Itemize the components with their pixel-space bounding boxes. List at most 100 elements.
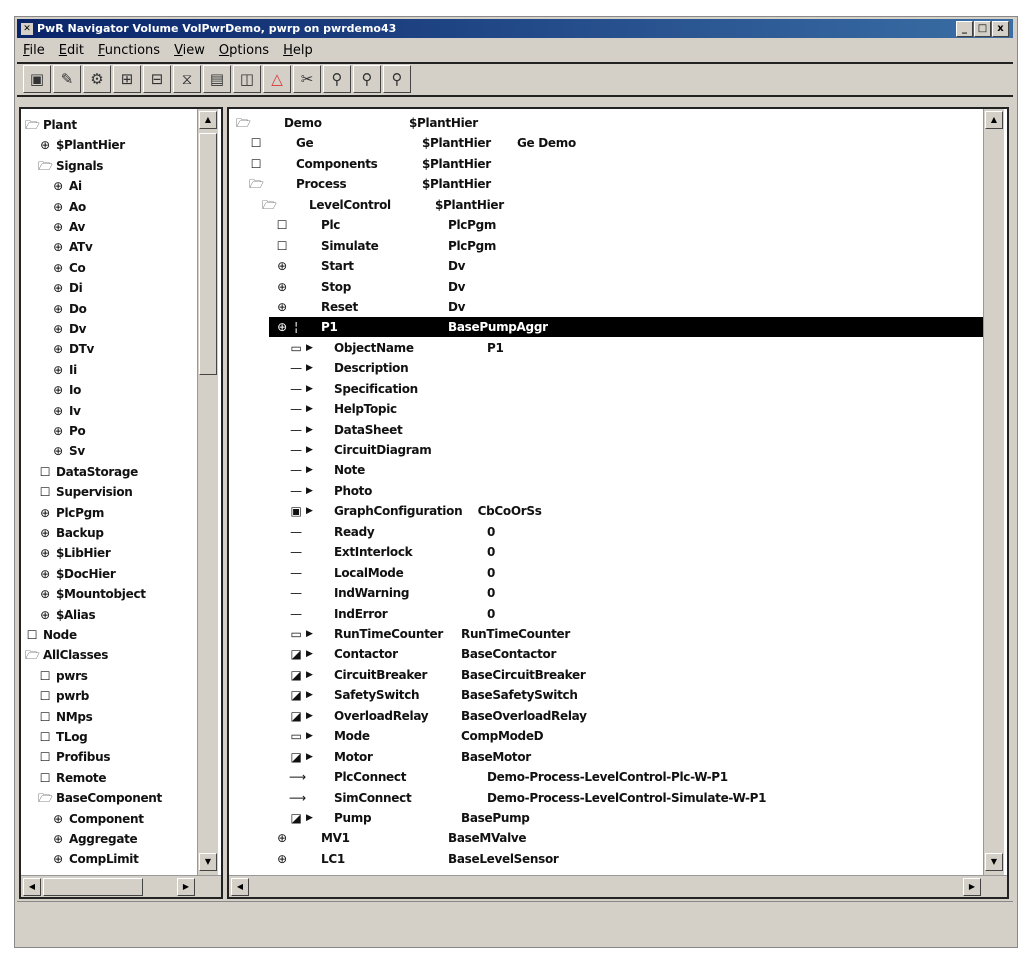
tree-row[interactable]: ☐ Simulate PlcPgm	[229, 236, 983, 256]
zoom-out-icon[interactable]: ⚲	[353, 65, 381, 93]
tree-row[interactable]: — ▶ Specification	[229, 379, 983, 399]
menu-view[interactable]: View	[174, 41, 205, 61]
left-tree-item[interactable]: ⊕ Co	[21, 258, 197, 278]
edit-icon[interactable]: ✎	[53, 65, 81, 93]
zoom-in-icon[interactable]: ⚲	[323, 65, 351, 93]
tree-row[interactable]: — Ready 0	[229, 522, 983, 542]
left-tree-item[interactable]: ⊕ Po	[21, 421, 197, 441]
tree-row[interactable]: ◪ ▶ CircuitBreaker BaseCircuitBreaker	[229, 665, 983, 685]
left-tree-item[interactable]: 🗁 AllClasses	[21, 645, 197, 665]
left-tree-item[interactable]: 🗁 Signals	[21, 156, 197, 176]
left-tree-item[interactable]: ⊕ DTv	[21, 339, 197, 359]
scroll-left-button[interactable]: ◀	[231, 878, 249, 896]
scroll-up-button[interactable]: ▲	[199, 111, 217, 129]
left-tree-item[interactable]: ☐ DataStorage	[21, 462, 197, 482]
left-tree-item[interactable]: ⊕ PlcPgm	[21, 503, 197, 523]
left-tree-item[interactable]: ☐ NMps	[21, 707, 197, 727]
menu-options[interactable]: Options	[219, 41, 269, 61]
right-vertical-scrollbar[interactable]: ▲ ▼	[983, 109, 1004, 875]
expand-arrow-icon[interactable]: ▶	[306, 460, 313, 480]
left-tree-item[interactable]: ⊕ Ii	[21, 360, 197, 380]
menu-file[interactable]: File	[23, 41, 45, 61]
tree-row[interactable]: ⊕ ¦ P1 BasePumpAggr	[269, 317, 983, 338]
warning-icon[interactable]: △	[263, 65, 291, 93]
expand-arrow-icon[interactable]: ▶	[306, 706, 313, 726]
left-tree-item[interactable]: ⊕ Dv	[21, 319, 197, 339]
tree-row[interactable]: ⊕ LC1 BaseLevelSensor	[229, 849, 983, 869]
tree-row[interactable]: ◪ ▶ Pump BasePump	[229, 808, 983, 828]
expand-arrow-icon[interactable]: ▶	[306, 685, 313, 705]
left-tree-item[interactable]: ☐ Profibus	[21, 747, 197, 767]
left-tree-item[interactable]: ☐ Remote	[21, 768, 197, 788]
scroll-right-button[interactable]: ▶	[963, 878, 981, 896]
tree-row[interactable]: ◪ ▶ Motor BaseMotor	[229, 747, 983, 767]
left-tree-pane[interactable]: ▲ ▼ ◀ ▶ 🗁 Plant ⊕ $PlantHier 🗁 Signals ⊕ Ai ⊕ Ao ⊕…	[19, 107, 223, 899]
tree-row[interactable]: — LocalMode 0	[229, 563, 983, 583]
tree-row[interactable]: — IndError 0	[229, 604, 983, 624]
scroll-up-button[interactable]: ▲	[985, 111, 1003, 129]
tree-row[interactable]: — ▶ HelpTopic	[229, 399, 983, 419]
left-tree-item[interactable]: ⊕ Av	[21, 217, 197, 237]
left-tree-item[interactable]: ⊕ Ao	[21, 197, 197, 217]
expand-arrow-icon[interactable]: ▶	[306, 501, 313, 521]
expand-arrow-icon[interactable]: ▶	[306, 338, 313, 358]
scroll-left-button[interactable]: ◀	[23, 878, 41, 896]
zoom-reset-icon[interactable]: ⚲	[383, 65, 411, 93]
expand-arrow-icon[interactable]: ▶	[306, 624, 313, 644]
left-tree-item[interactable]: ⊕ Sv	[21, 441, 197, 461]
left-tree-item[interactable]: ⊕ Io	[21, 380, 197, 400]
left-vertical-scrollbar[interactable]: ▲ ▼	[197, 109, 218, 875]
tree-row[interactable]: ⊕ MV1 BaseMValve	[229, 828, 983, 848]
tree-row[interactable]: ☐ Ge $PlantHier Ge Demo	[229, 133, 983, 153]
menu-edit[interactable]: Edit	[59, 41, 84, 61]
left-tree-item[interactable]: ☐ Node	[21, 625, 197, 645]
left-tree-item[interactable]: ☐ pwrb	[21, 686, 197, 706]
left-tree-item[interactable]: ⊕ Di	[21, 278, 197, 298]
gear-icon[interactable]: ⚙	[83, 65, 111, 93]
minimize-button[interactable]: _	[956, 21, 973, 37]
scroll-thumb[interactable]	[199, 133, 217, 375]
scissors-icon[interactable]: ✂	[293, 65, 321, 93]
tree-row[interactable]: — ▶ Description	[229, 358, 983, 378]
expand-arrow-icon[interactable]: ▶	[306, 665, 313, 685]
left-tree-item[interactable]: ⊕ ATv	[21, 237, 197, 257]
tree-row[interactable]: ⊕ Stop Dv	[229, 277, 983, 297]
tree-row[interactable]: — IndWarning 0	[229, 583, 983, 603]
scroll-down-button[interactable]: ▼	[985, 853, 1003, 871]
expand-arrow-icon[interactable]: ▶	[306, 420, 313, 440]
tree-row[interactable]: ⊕ Reset Dv	[229, 297, 983, 317]
tree-row[interactable]: ⟶ SimConnect Demo-Process-LevelControl-Sim…	[229, 788, 983, 808]
expand-arrow-icon[interactable]: ▶	[306, 399, 313, 419]
tree-row[interactable]: ◪ ▶ Contactor BaseContactor	[229, 644, 983, 664]
left-tree-item[interactable]: ⊕ $Mountobject	[21, 584, 197, 604]
expand-arrow-icon[interactable]: ▶	[306, 747, 313, 767]
scroll-right-button[interactable]: ▶	[177, 878, 195, 896]
close-button[interactable]: x	[992, 21, 1009, 37]
menu-help[interactable]: Help	[283, 41, 313, 61]
left-horizontal-scrollbar[interactable]: ◀ ▶	[21, 875, 221, 897]
left-tree-item[interactable]: ⊕ CompLimit	[21, 849, 197, 869]
briefcase-icon[interactable]: ▤	[203, 65, 231, 93]
tree-row[interactable]: — ▶ CircuitDiagram	[229, 440, 983, 460]
tree-row[interactable]: — ExtInterlock 0	[229, 542, 983, 562]
left-tree-item[interactable]: ⊕ $DocHier	[21, 564, 197, 584]
expand-arrow-icon[interactable]: ▶	[306, 358, 313, 378]
left-tree-item[interactable]: 🗁 Plant	[21, 115, 197, 135]
tree-row[interactable]: ▭ ▶ ObjectName P1	[229, 338, 983, 358]
book-icon[interactable]: ◫	[233, 65, 261, 93]
left-tree-item[interactable]: ⊕ Backup	[21, 523, 197, 543]
left-tree-item[interactable]: ⊕ Aggregate	[21, 829, 197, 849]
left-tree-item[interactable]: 🗁 BaseComponent	[21, 788, 197, 808]
left-tree-item[interactable]: ⊕ Ai	[21, 176, 197, 196]
left-tree-item[interactable]: ☐ TLog	[21, 727, 197, 747]
scroll-thumb[interactable]	[43, 878, 143, 896]
objects-icon[interactable]: ⊞	[113, 65, 141, 93]
tree-row[interactable]: ▣ ▶ GraphConfiguration CbCoOrSs	[229, 501, 983, 521]
expand-arrow-icon[interactable]: ▶	[306, 644, 313, 664]
tree-row[interactable]: ▭ ▶ RunTimeCounter RunTimeCounter	[229, 624, 983, 644]
tree-row[interactable]: ▭ ▶ Mode CompModeD	[229, 726, 983, 746]
left-tree-item[interactable]: ⊕ $PlantHier	[21, 135, 197, 155]
right-tree-pane[interactable]: ▲ ▼ ◀ ▶ 🗁 Demo $PlantHier ☐ Ge $PlantHier Ge D…	[227, 107, 1009, 899]
classes-icon[interactable]: ⊟	[143, 65, 171, 93]
left-tree-item[interactable]: ⊕ $LibHier	[21, 543, 197, 563]
